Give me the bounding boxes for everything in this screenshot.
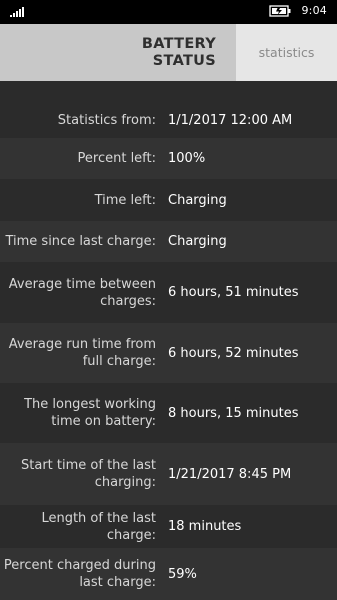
stat-value: 8 hours, 15 minutes (168, 405, 299, 421)
stat-row-length-last-charge: Length of the last charge: 18 minutes (0, 505, 337, 548)
stat-row-longest-working-time: The longest working time on battery: 8 h… (0, 383, 337, 443)
stat-value: 100% (168, 151, 206, 166)
stat-row-average-run-time: Average run time from full charge: 6 hou… (0, 323, 337, 383)
stat-row-percent-left: Percent left: 100% (0, 138, 337, 179)
stat-label: Time left: (94, 192, 156, 208)
stat-value: 59% (168, 566, 197, 582)
stat-value: 6 hours, 52 minutes (168, 345, 299, 361)
stat-row-time-left: Time left: Charging (0, 179, 337, 221)
stat-row-start-time-last-charging: Start time of the last charging: 1/21/20… (0, 443, 337, 505)
stat-value: 1/1/2017 12:00 AM (168, 112, 293, 128)
stat-value: 18 minutes (168, 519, 242, 534)
stat-row-time-since-last-charge: Time since last charge: Charging (0, 221, 337, 262)
status-bar: 9:04 (0, 0, 337, 24)
stat-label: Average time between charges: (8, 276, 156, 309)
title-line-1: BATTERY (141, 35, 216, 52)
app-header: BATTERY STATUS statistics (0, 24, 337, 81)
title-area: BATTERY STATUS (0, 24, 236, 81)
stats-list: Statistics from: 1/1/2017 12:00 AM Perce… (0, 81, 337, 600)
stat-label: Statistics from: (57, 112, 156, 128)
tab-statistics[interactable]: statistics (236, 24, 337, 81)
stat-row-average-time-between-charges: Average time between charges: 6 hours, 5… (0, 262, 337, 323)
stat-value: 1/21/2017 8:45 PM (168, 466, 292, 482)
stat-label: The longest working time on battery: (24, 397, 156, 429)
stat-value: Charging (168, 192, 227, 208)
stat-label: Start time of the last charging: (21, 458, 156, 490)
page-title: BATTERY STATUS (142, 36, 216, 70)
stat-label: Average run time from full charge: (8, 337, 156, 369)
signal-icon (10, 7, 24, 17)
stat-label: Percent charged during last charge: (3, 558, 156, 590)
battery-icon (269, 4, 291, 17)
clock: 9:04 (301, 4, 327, 17)
stat-label: Length of the last charge: (41, 510, 156, 543)
stat-value: 6 hours, 51 minutes (168, 285, 299, 300)
stat-label: Percent left: (77, 151, 156, 166)
title-line-2: STATUS (152, 52, 216, 69)
stat-label: Time since last charge: (5, 234, 156, 249)
stat-row-percent-charged: Percent charged during last charge: 59% (0, 548, 337, 600)
stat-row-statistics-from: Statistics from: 1/1/2017 12:00 AM (0, 102, 337, 138)
stat-value: Charging (168, 234, 227, 249)
